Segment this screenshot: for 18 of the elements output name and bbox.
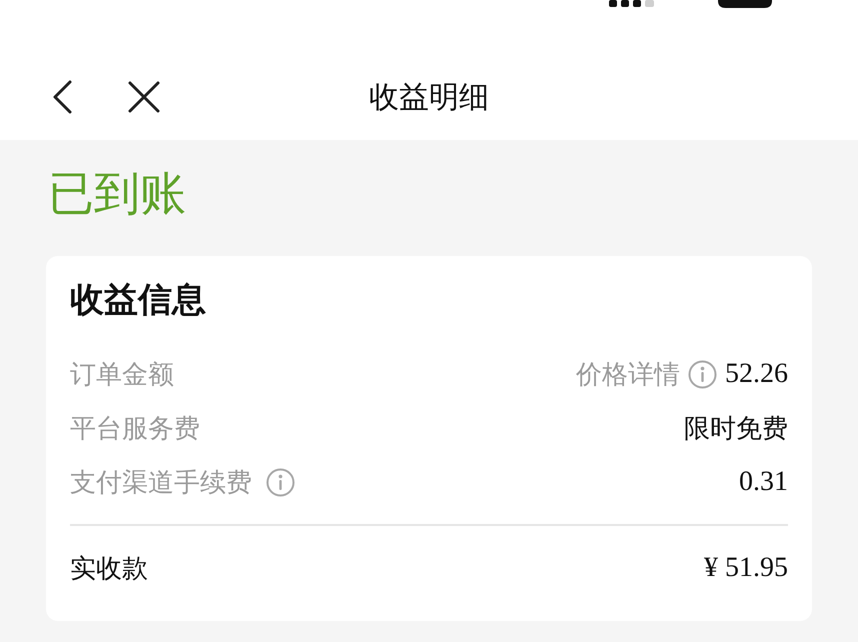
battery-icon: [718, 0, 772, 8]
status-label: 已到账: [47, 166, 186, 221]
close-icon: [128, 81, 160, 113]
amount-value: 0.31: [739, 465, 788, 499]
signal-icon: [609, 0, 655, 7]
page-title: 收益明细: [369, 80, 489, 116]
total-label: 实收款: [70, 552, 148, 584]
card-title: 收益信息: [70, 280, 206, 321]
amount-value: 52.26: [725, 357, 788, 391]
price-details-link[interactable]: 价格详情: [576, 354, 680, 394]
close-button[interactable]: [128, 81, 160, 113]
back-button[interactable]: [52, 80, 72, 114]
value-text: 限时免费: [684, 412, 788, 444]
row-label: 订单金额: [70, 358, 174, 390]
total-amount: ¥ 51.95: [704, 551, 788, 585]
chevron-left-icon: [52, 80, 72, 114]
row-label: 支付渠道手续费: [70, 466, 252, 498]
row-label: 平台服务费: [70, 412, 200, 444]
